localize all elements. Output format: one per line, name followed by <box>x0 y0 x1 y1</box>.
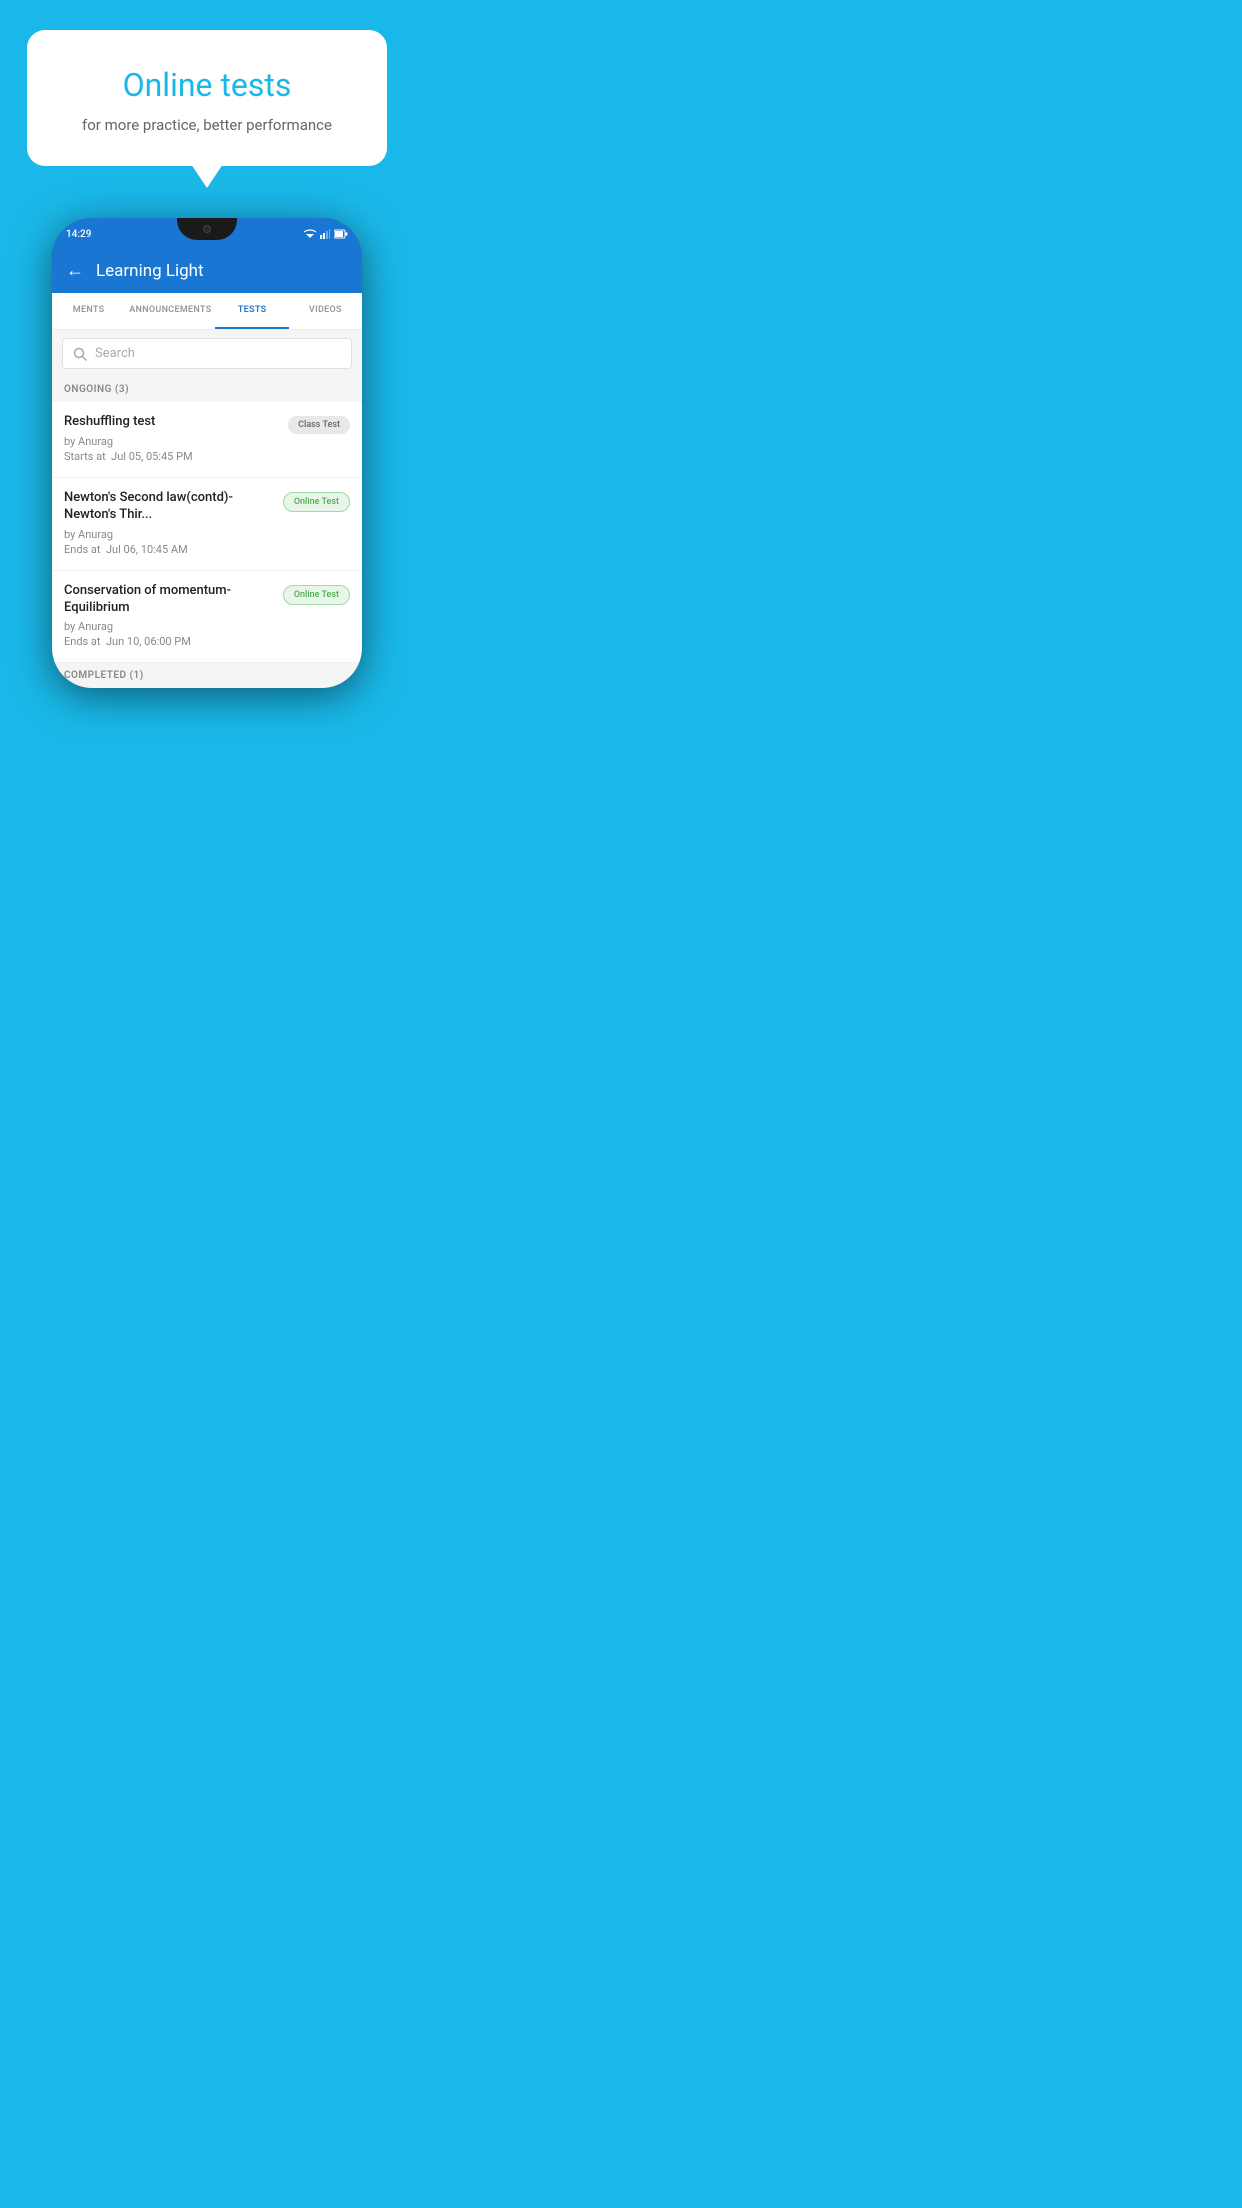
test-info: Conservation of momentum-Equilibrium by … <box>64 583 275 649</box>
status-time: 14:29 <box>66 229 91 240</box>
test-badge-online: Online Test <box>283 492 350 512</box>
bubble-subtitle: for more practice, better performance <box>57 116 357 134</box>
bubble-title: Online tests <box>57 66 357 104</box>
phone-frame: 14:29 <box>52 218 362 688</box>
back-button[interactable]: ← <box>66 260 84 281</box>
test-date: Ends at Jun 10, 06:00 PM <box>64 635 275 648</box>
search-bar: Search <box>52 330 362 377</box>
test-title: Newton's Second law(contd)-Newton's Thir… <box>64 490 275 524</box>
test-item[interactable]: Newton's Second law(contd)-Newton's Thir… <box>52 478 362 571</box>
app-header: ← Learning Light <box>52 250 362 293</box>
test-badge-online: Online Test <box>283 585 350 605</box>
test-item[interactable]: Conservation of momentum-Equilibrium by … <box>52 571 362 664</box>
tab-announcements[interactable]: ANNOUNCEMENTS <box>125 293 215 329</box>
speech-bubble: Online tests for more practice, better p… <box>27 30 387 166</box>
app-title: Learning Light <box>96 261 204 281</box>
test-info: Newton's Second law(contd)-Newton's Thir… <box>64 490 275 556</box>
signal-icon <box>320 229 330 239</box>
search-icon <box>73 347 87 361</box>
completed-section-header: COMPLETED (1) <box>52 663 362 688</box>
test-by: by Anurag <box>64 435 280 448</box>
camera-dot <box>203 225 211 233</box>
test-item[interactable]: Reshuffling test by Anurag Starts at Jul… <box>52 402 362 478</box>
wifi-icon <box>304 229 316 239</box>
search-input-wrapper[interactable]: Search <box>62 338 352 369</box>
tab-ments[interactable]: MENTS <box>52 293 125 329</box>
test-badge-class: Class Test <box>288 416 350 434</box>
test-date: Starts at Jul 05, 05:45 PM <box>64 450 280 463</box>
test-title: Reshuffling test <box>64 414 280 431</box>
test-date: Ends at Jul 06, 10:45 AM <box>64 543 275 556</box>
battery-icon <box>334 229 348 239</box>
test-list: Reshuffling test by Anurag Starts at Jul… <box>52 402 362 663</box>
test-by: by Anurag <box>64 528 275 541</box>
notch <box>177 218 237 240</box>
test-info: Reshuffling test by Anurag Starts at Jul… <box>64 414 280 463</box>
status-icons <box>304 229 348 239</box>
tab-tests[interactable]: TESTS <box>215 293 288 329</box>
search-placeholder: Search <box>95 346 135 361</box>
test-by: by Anurag <box>64 620 275 633</box>
status-bar: 14:29 <box>52 218 362 250</box>
tab-videos[interactable]: VIDEOS <box>289 293 362 329</box>
ongoing-section-header: ONGOING (3) <box>52 377 362 402</box>
test-title: Conservation of momentum-Equilibrium <box>64 583 275 617</box>
tabs-bar: MENTS ANNOUNCEMENTS TESTS VIDEOS <box>52 293 362 330</box>
phone-wrapper: 14:29 <box>0 218 414 688</box>
